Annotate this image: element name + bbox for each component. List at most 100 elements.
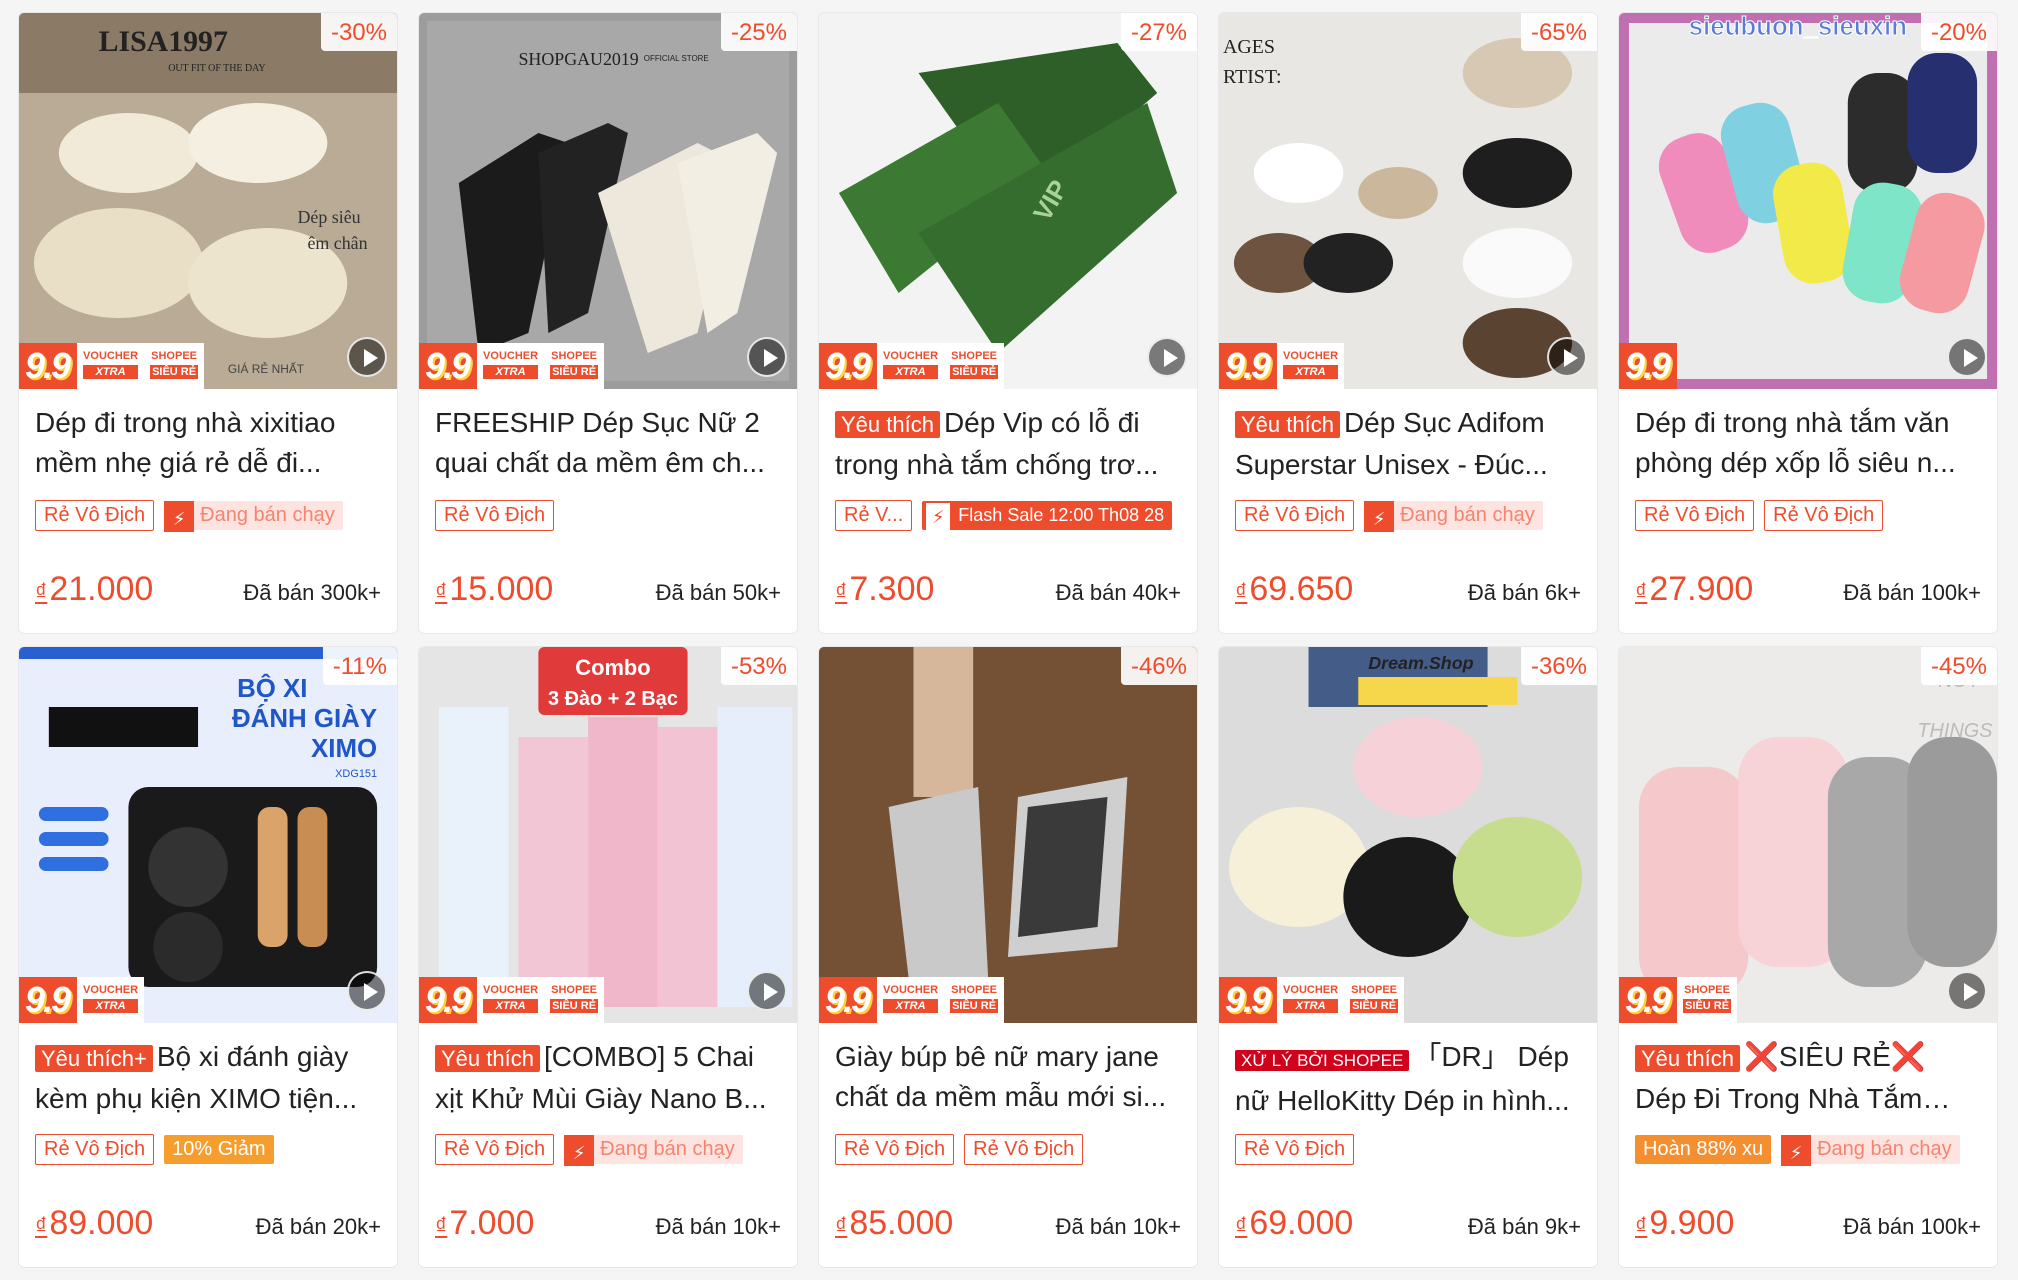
discount-badge: -11% [322, 647, 397, 685]
discount-badge: -45% [1920, 647, 1997, 685]
voucher-label: VOUCHER [483, 350, 539, 362]
product-image[interactable]: LISA1997 OUT FIT OF THE DAY Dép siêu êm châ… [19, 13, 397, 389]
shopee-sieu-re-badge: SHOPEE SIÊU RẺ [1344, 977, 1405, 1023]
svg-text:LISA1997: LISA1997 [99, 25, 228, 58]
sieu-re-label: SIÊU RẺ [950, 365, 999, 379]
product-image[interactable]: VIP -27% 9.9 VOUCHER XTRA SHOPEE SIÊU RẺ [819, 13, 1197, 389]
play-video-icon[interactable] [747, 971, 787, 1011]
svg-text:sieubuon_sieuxin: sieubuon_sieuxin [1689, 13, 1907, 41]
product-image[interactable]: Dream.Shop -36% 9.9 VOUCHER XTRA SHOPEE SIÊU R… [1219, 647, 1597, 1023]
play-video-icon[interactable] [347, 971, 387, 1011]
price-value: 69.650 [1249, 570, 1354, 608]
campaign-badge: 9.9 VOUCHER XTRA SHOPEE SIÊU RẺ [419, 977, 605, 1023]
sold-count: Đã bán 100k+ [1843, 580, 1981, 605]
product-card[interactable]: SHOPGAU2019 OFFICIAL STORE -25% 9.9 VOUCHER X… [418, 12, 798, 634]
shopee-label: SHOPEE [1684, 984, 1730, 996]
sieu-re-label: SIÊU RẺ [550, 999, 599, 1013]
product-card[interactable]: LISA1997 OUT FIT OF THE DAY Dép siêu êm châ… [18, 12, 398, 634]
voucher-label: VOUCHER [1283, 984, 1339, 996]
play-video-icon[interactable] [1547, 337, 1587, 377]
nine-nine-label: 9.9 [819, 343, 878, 389]
nine-nine-label: 9.9 [1219, 343, 1278, 389]
currency-symbol: ₫ [1235, 1213, 1248, 1240]
campaign-badge: 9.9 SHOPEE SIÊU RẺ [1619, 977, 1738, 1023]
shopee-label: SHOPEE [951, 984, 997, 996]
product-title[interactable]: XỬ LÝ BỞI SHOPEE 「DR」 Dép nữ HelloKitty D… [1235, 1037, 1581, 1117]
product-tags: Hoàn 88% xu Đang bán chạy [1635, 1131, 1981, 1167]
product-title[interactable]: Yêu thích [COMBO] 5 Chai xịt Khử Mùi Giày… [435, 1037, 781, 1117]
product-title[interactable]: Yêu thích Dép Sục Adifom Superstar Unisex… [1235, 403, 1581, 483]
discount-badge: -36% [1520, 647, 1597, 685]
svg-text:Dream.Shop: Dream.Shop [1368, 653, 1473, 673]
product-title[interactable]: Yêu thích Dép Vip có lỗ đi trong nhà tắm … [835, 403, 1181, 483]
product-title[interactable]: FREESHIP Dép Sục Nữ 2 quai chất da mềm ê… [435, 403, 781, 483]
currency-symbol: ₫ [435, 579, 448, 606]
currency-symbol: ₫ [835, 579, 848, 606]
cheapest-tag: Rẻ Vô Địch [35, 499, 155, 531]
campaign-badge: 9.9 VOUCHER XTRA [19, 977, 145, 1023]
voucher-xtra-badge: VOUCHER XTRA [1277, 343, 1345, 389]
product-card[interactable]: sieubuon_sieuxin -20% 9.9 Dép đi trong nhà … [1618, 12, 1998, 634]
product-image[interactable]: SHOPGAU2019 OFFICIAL STORE -25% 9.9 VOUCHER X… [419, 13, 797, 389]
product-image[interactable]: Combo 3 Đào + 2 Bạc -53% 9.9 VOUCHER XTRA SHOP… [419, 647, 797, 1023]
product-title[interactable]: Dép đi trong nhà tắm văn phòng dép xốp l… [1635, 403, 1981, 483]
campaign-badge: 9.9 VOUCHER XTRA [1219, 343, 1345, 389]
campaign-badge: 9.9 VOUCHER XTRA SHOPEE SIÊU RẺ [1219, 977, 1405, 1023]
product-title[interactable]: Yêu thích+ Bộ xi đánh giày kèm phụ kiện X… [35, 1037, 381, 1117]
price-row: ₫85.000 Đã bán 10k+ [835, 1204, 1181, 1243]
product-tags: Rẻ Vô Địch [1235, 1131, 1581, 1167]
sold-count: Đã bán 300k+ [243, 580, 381, 605]
play-video-icon[interactable] [1947, 971, 1987, 1011]
product-card[interactable]: -46% 9.9 VOUCHER XTRA SHOPEE SIÊU RẺ Giày búp … [818, 646, 1198, 1268]
svg-text:AGES: AGES [1223, 36, 1275, 58]
nine-nine-label: 9.9 [1619, 343, 1678, 389]
cheapest-tag: Rẻ Vô Địch [835, 1133, 955, 1165]
voucher-xtra-badge: VOUCHER XTRA [877, 977, 945, 1023]
sold-count: Đã bán 9k+ [1467, 1214, 1581, 1239]
price-row: ₫15.000 Đã bán 50k+ [435, 570, 781, 609]
product-title[interactable]: Yêu thích ❌SIÊU RẺ❌ Dép Đi Trong Nhà Tắm … [1635, 1037, 1981, 1117]
product-image[interactable]: -46% 9.9 VOUCHER XTRA SHOPEE SIÊU RẺ [819, 647, 1197, 1023]
product-card[interactable]: Dream.Shop -36% 9.9 VOUCHER XTRA SHOPEE SIÊU R… [1218, 646, 1598, 1268]
currency-symbol: ₫ [1635, 1213, 1648, 1240]
product-card[interactable]: AGES RTIST: -65% 9.9 VOUCHER XTRA Yêu thích Dép… [1218, 12, 1598, 634]
campaign-badge: 9.9 VOUCHER XTRA SHOPEE SIÊU RẺ [19, 343, 205, 389]
product-grid: LISA1997 OUT FIT OF THE DAY Dép siêu êm châ… [18, 12, 1998, 1268]
discount-badge: -46% [1120, 647, 1197, 685]
price-value: 9.900 [1649, 1204, 1735, 1242]
xtra-label: XTRA [883, 999, 939, 1013]
xtra-label: XTRA [483, 365, 539, 379]
campaign-badge: 9.9 [1619, 343, 1678, 389]
product-image[interactable]: sieubuon_sieuxin -20% 9.9 [1619, 13, 1997, 389]
voucher-label: VOUCHER [83, 350, 139, 362]
product-card[interactable]: Combo 3 Đào + 2 Bạc -53% 9.9 VOUCHER XTRA SHOP… [418, 646, 798, 1268]
product-image[interactable]: BỘ XI ĐÁNH GIÀY XIMO XDG151 -11% 9.9 VOUCHER XT… [19, 647, 397, 1023]
product-card[interactable]: VIP -27% 9.9 VOUCHER XTRA SHOPEE SIÊU RẺ Yêu th… [818, 12, 1198, 634]
play-video-icon[interactable] [747, 337, 787, 377]
product-tags: Rẻ Vô Địch Đang bán chạy [435, 1131, 781, 1167]
cheapest-tag: Rẻ Vô Địch [35, 1133, 155, 1165]
product-card[interactable]: NOTTHINGS-45% 9.9 SHOPEE SIÊU RẺ Yêu thích❌S… [1618, 646, 1998, 1268]
product-tags: Rẻ Vô Địch Rẻ Vô Địch [835, 1131, 1181, 1167]
shopee-label: SHOPEE [151, 350, 197, 362]
product-card[interactable]: BỘ XI ĐÁNH GIÀY XIMO XDG151 -11% 9.9 VOUCHER XT… [18, 646, 398, 1268]
sieu-re-label: SIÊU RẺ [1683, 999, 1732, 1013]
favorite-label: Yêu thích [1635, 1045, 1740, 1072]
voucher-label: VOUCHER [883, 350, 939, 362]
voucher-xtra-badge: VOUCHER XTRA [477, 343, 545, 389]
play-video-icon[interactable] [1947, 337, 1987, 377]
product-photo: Combo 3 Đào + 2 Bạc [419, 647, 797, 1023]
nine-nine-label: 9.9 [1219, 977, 1278, 1023]
product-photo: LISA1997 OUT FIT OF THE DAY Dép siêu êm châ… [19, 13, 397, 389]
product-tags: Rẻ Vô Địch Đang bán chạy [1235, 497, 1581, 533]
xtra-label: XTRA [83, 365, 139, 379]
product-title[interactable]: Dép đi trong nhà xixitiao mềm nhẹ giá rẻ… [35, 403, 381, 483]
product-image[interactable]: NOTTHINGS-45% 9.9 SHOPEE SIÊU RẺ [1619, 647, 1997, 1023]
product-image[interactable]: AGES RTIST: -65% 9.9 VOUCHER XTRA [1219, 13, 1597, 389]
play-video-icon[interactable] [347, 337, 387, 377]
product-title[interactable]: Giày búp bê nữ mary jane chất da mềm mẫu… [835, 1037, 1181, 1117]
product-photo: NOTTHINGS [1619, 647, 1997, 1023]
sold-count: Đã bán 20k+ [255, 1214, 381, 1239]
play-video-icon[interactable] [1147, 337, 1187, 377]
svg-text:OUT FIT OF THE DAY: OUT FIT OF THE DAY [168, 63, 265, 74]
